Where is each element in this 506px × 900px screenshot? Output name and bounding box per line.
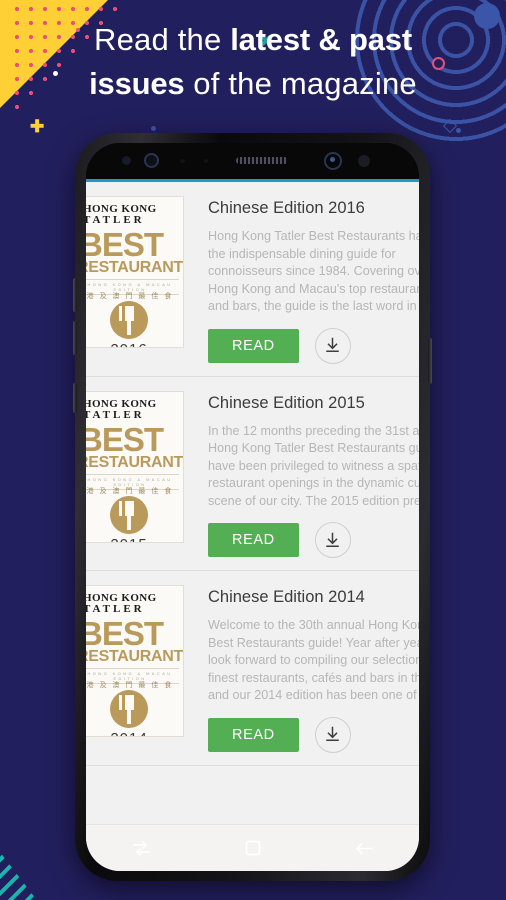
read-button[interactable]: READ — [208, 328, 299, 363]
blue-dot-decoration-left — [151, 126, 156, 131]
download-button[interactable] — [314, 522, 351, 558]
ir-sensor-icon — [122, 156, 131, 165]
phone-top-bezel — [86, 143, 419, 179]
cover-title-big: BEST — [86, 226, 164, 263]
phone-screen-area: HONG KONGTATLERBESTRESTAURANTSHONG KONG … — [86, 143, 419, 871]
blue-diamond-decoration — [442, 118, 458, 134]
magazine-cover: HONG KONGTATLERBESTRESTAURANTSHONG KONG … — [86, 196, 184, 348]
fork-emblem-icon — [110, 690, 148, 728]
issue-actions: READ — [208, 327, 419, 364]
fork-emblem-icon — [110, 495, 148, 534]
read-button[interactable]: READ — [208, 717, 299, 752]
cover-masthead-line2: TATLER — [86, 603, 145, 615]
home-button[interactable] — [230, 831, 276, 865]
home-icon — [245, 840, 261, 856]
light-sensor-icon — [180, 159, 185, 163]
issue-list[interactable]: HONG KONGTATLERBESTRESTAURANTSHONG KONG … — [86, 182, 419, 825]
list-item[interactable]: HONG KONGTATLERBESTRESTAURANTSHONG KONG … — [86, 376, 419, 571]
phone-mockup: HONG KONGTATLERBESTRESTAURANTSHONG KONG … — [73, 133, 432, 881]
download-icon — [324, 337, 341, 354]
back-button[interactable] — [341, 831, 387, 865]
issue-details: Chinese Edition 2015 In the 12 months pre… — [198, 391, 419, 558]
headline-line2-light: of the magazine — [184, 66, 417, 101]
read-button[interactable]: READ — [208, 523, 299, 557]
app-screen: HONG KONGTATLERBESTRESTAURANTSHONG KONG … — [86, 179, 419, 871]
page-title: Read the latest & past issues of the mag… — [0, 18, 506, 106]
cover-year: 2014 — [86, 730, 183, 736]
headline-line1-light: Read the — [94, 22, 231, 57]
headline-line2-bold: issues — [89, 66, 185, 101]
proximity-led-icon — [358, 155, 370, 167]
magazine-cover: HONG KONGTATLERBESTRESTAURANTSHONG KONG … — [86, 585, 184, 737]
iris-scanner-icon — [144, 153, 159, 168]
cover-title-big: BEST — [86, 615, 164, 652]
issue-cover-thumbnail[interactable]: HONG KONGTATLERBESTRESTAURANTSHONG KONG … — [86, 390, 198, 559]
issue-description: In the 12 months preceding the 31st annu… — [208, 423, 419, 508]
issue-details: Chinese Edition 2014 Welcome to the 30th … — [198, 585, 419, 753]
list-item[interactable]: HONG KONGTATLERBESTRESTAURANTSHONG KONG … — [86, 571, 419, 766]
recents-button[interactable] — [119, 831, 165, 865]
fork-emblem-icon — [110, 301, 148, 339]
cover-title-big: BEST — [86, 420, 164, 458]
cover-year: 2015 — [86, 536, 183, 542]
issue-cover-thumbnail[interactable]: HONG KONGTATLERBESTRESTAURANTSHONG KONG … — [86, 196, 198, 364]
issue-actions: READ — [208, 522, 419, 558]
download-button[interactable] — [314, 327, 351, 364]
bixby-button[interactable] — [73, 383, 77, 413]
blue-dot-decoration-right — [456, 128, 461, 133]
magazine-cover: HONG KONGTATLERBESTRESTAURANTSHONG KONG … — [86, 390, 184, 543]
list-item[interactable]: HONG KONGTATLERBESTRESTAURANTSHONG KONG … — [86, 182, 419, 377]
earpiece-grille-icon — [236, 157, 288, 164]
cover-masthead: HONG KONG TATLER — [86, 397, 177, 421]
issue-description: Hong Kong Tatler Best Restaurants has be… — [208, 229, 419, 313]
headline-line1-bold: latest & past — [230, 22, 412, 57]
issue-details: Chinese Edition 2016 Hong Kong Tatler Bes… — [198, 196, 419, 364]
cover-title-small: RESTAURANTS — [86, 259, 184, 276]
issue-cover-thumbnail[interactable]: HONG KONGTATLERBESTRESTAURANTSHONG KONG … — [86, 585, 198, 753]
power-button[interactable] — [428, 338, 432, 384]
volume-down-button[interactable] — [73, 321, 77, 355]
cover-masthead-line1: HONG KONG — [86, 397, 157, 410]
recents-icon — [132, 840, 151, 856]
front-camera-icon — [324, 152, 342, 170]
cover-year: 2016 — [86, 341, 183, 347]
cover-masthead: HONG KONG TATLER — [86, 593, 177, 615]
issue-actions: READ — [208, 716, 419, 753]
promo-banner: ✖ ✚ Read the latest & past issues of the… — [0, 0, 506, 900]
issue-title: Chinese Edition 2015 — [208, 393, 365, 412]
volume-up-button[interactable] — [73, 278, 77, 312]
download-icon — [324, 726, 341, 743]
proximity-sensor-icon — [204, 159, 208, 163]
back-icon — [355, 841, 373, 856]
android-navigation-bar — [86, 824, 419, 871]
issue-title: Chinese Edition 2014 — [208, 588, 365, 606]
cover-masthead-line2: TATLER — [86, 214, 145, 226]
cover-masthead-line2: TATLER — [86, 408, 145, 421]
cover-title-small: RESTAURANTS — [86, 648, 184, 665]
issue-title: Chinese Edition 2016 — [208, 199, 365, 217]
cover-masthead: HONG KONG TATLER — [86, 204, 177, 226]
download-icon — [324, 532, 341, 549]
issue-description: Welcome to the 30th annual Hong Kong Tat… — [208, 618, 419, 702]
cover-title-small: RESTAURANTS — [86, 453, 184, 471]
download-button[interactable] — [314, 716, 351, 753]
yellow-plus-marker-icon: ✚ — [30, 117, 45, 136]
